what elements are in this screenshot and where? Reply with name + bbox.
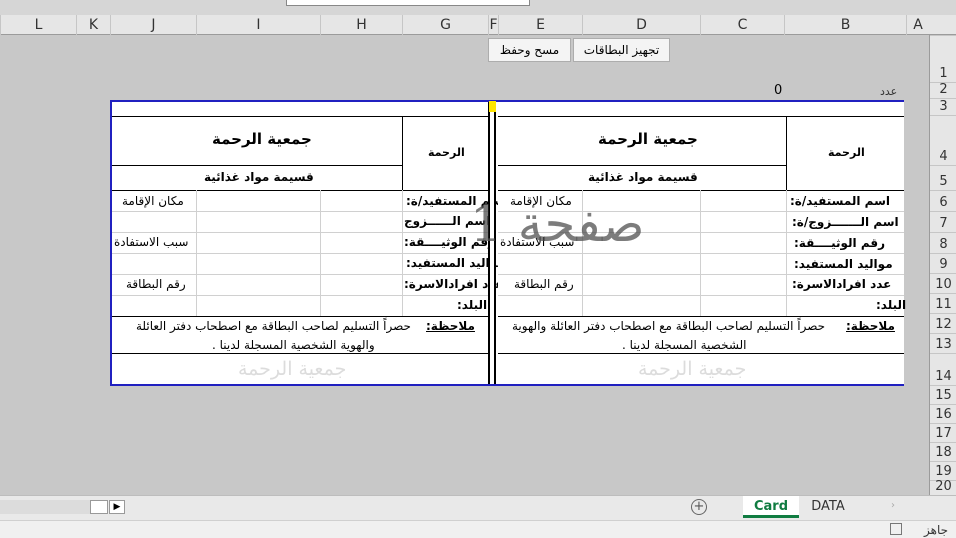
- row-header[interactable]: 3: [930, 98, 956, 115]
- row-header[interactable]: 4: [930, 115, 956, 165]
- tab-card[interactable]: Card: [743, 496, 799, 518]
- count-value: 0: [774, 83, 783, 98]
- column-header-k[interactable]: K: [76, 15, 110, 35]
- footer-watermark: جمعية الرحمة: [238, 358, 347, 380]
- row-header[interactable]: 10: [930, 273, 956, 293]
- note-text-line1: حصراً التسليم لصاحب البطاقة مع اصطحاب دف…: [512, 319, 826, 333]
- column-header-c[interactable]: C: [700, 15, 784, 35]
- card-short-name: الرحمة: [828, 146, 865, 159]
- card-org-name: جمعية الرحمة: [598, 130, 698, 148]
- row-header[interactable]: 19: [930, 461, 956, 480]
- count-label: عدد: [880, 85, 898, 98]
- column-header-a[interactable]: A: [906, 15, 929, 35]
- field-residence: مكان الإقامة: [122, 194, 184, 208]
- chevron-right-icon[interactable]: ›: [891, 500, 895, 511]
- horizontal-scrollbar[interactable]: [0, 500, 90, 514]
- field-doc: رقم الوثيــــقة:: [794, 236, 886, 250]
- field-spouse: اسم الـــــــزوج/ة:: [792, 215, 899, 229]
- row-header[interactable]: 1: [930, 35, 956, 82]
- column-header-l[interactable]: L: [0, 15, 76, 35]
- field-town: البلد:: [876, 298, 907, 312]
- column-header-h[interactable]: H: [320, 15, 402, 35]
- column-header-e[interactable]: E: [498, 15, 582, 35]
- tab-data[interactable]: DATA: [800, 496, 856, 518]
- card-short-name: الرحمة: [428, 146, 465, 159]
- scroll-right-icon[interactable]: ▶: [109, 500, 125, 514]
- note-text-line2: الشخصية المسجلة لدينا .: [622, 338, 747, 352]
- row-header[interactable]: 9: [930, 253, 956, 273]
- card-subtitle: قسيمة مواد غذائية: [204, 170, 314, 184]
- clear-save-button[interactable]: مسح وحفظ: [488, 38, 571, 62]
- column-header-i[interactable]: I: [196, 15, 320, 35]
- column-header-j[interactable]: J: [110, 15, 196, 35]
- scroll-box[interactable]: [90, 500, 108, 514]
- note-text-line2: والهوية الشخصية المسجلة لدينا .: [212, 338, 375, 352]
- row-header[interactable]: 17: [930, 423, 956, 442]
- add-sheet-icon[interactable]: +: [691, 499, 707, 515]
- field-reason: سبب الاستفادة: [114, 235, 189, 249]
- row-header[interactable]: 18: [930, 442, 956, 461]
- name-box[interactable]: [286, 0, 530, 6]
- row-headers: 1 2 3 4 5 6 7 8 9 10 11 12 13 14 15 16 1…: [929, 35, 956, 495]
- row-header[interactable]: 16: [930, 404, 956, 423]
- row-header[interactable]: 20: [930, 479, 956, 495]
- column-headers: L K J I H G F E D C B A: [0, 15, 956, 35]
- footer-watermark: جمعية الرحمة: [638, 358, 747, 380]
- row-header[interactable]: 5: [930, 165, 956, 190]
- card-subtitle: قسيمة مواد غذائية: [588, 170, 698, 184]
- column-header-g[interactable]: G: [402, 15, 488, 35]
- field-beneficiary: اسم المستفيد/ة:: [790, 194, 891, 208]
- row-header[interactable]: 14: [930, 353, 956, 385]
- note-text-line1: حصراً التسليم لصاحب البطاقة مع اصطحاب دف…: [136, 319, 411, 333]
- macro-record-icon[interactable]: [890, 523, 902, 535]
- column-header-f[interactable]: F: [488, 15, 498, 35]
- row-header[interactable]: 13: [930, 333, 956, 353]
- status-ready: جاهز: [924, 523, 949, 537]
- field-card-no: رقم البطاقة: [514, 277, 574, 291]
- row-header[interactable]: 15: [930, 385, 956, 404]
- field-birth: مواليد المستفيد:: [794, 257, 893, 271]
- column-header-b[interactable]: B: [784, 15, 906, 35]
- field-town: البلد:: [457, 298, 488, 312]
- row-header[interactable]: 6: [930, 190, 956, 211]
- page-watermark: صفحة 1: [470, 195, 645, 253]
- status-bar: جاهز: [0, 520, 956, 538]
- card-left: جمعية الرحمة الرحمة قسيمة مواد غذائية اس…: [112, 102, 506, 384]
- note-label: ملاحظة:: [846, 319, 895, 333]
- row-header[interactable]: 11: [930, 293, 956, 313]
- column-header-d[interactable]: D: [582, 15, 700, 35]
- row-header[interactable]: 7: [930, 211, 956, 232]
- sheet-tab-bar: ▶ + Card DATA ›: [0, 495, 956, 520]
- note-label: ملاحظة:: [426, 319, 475, 333]
- card-org-name: جمعية الرحمة: [212, 130, 312, 148]
- row-header[interactable]: 12: [930, 313, 956, 333]
- prepare-cards-button[interactable]: تجهيز البطاقات: [573, 38, 670, 62]
- row-header[interactable]: 2: [930, 82, 956, 98]
- selected-cell-highlight[interactable]: [489, 101, 496, 112]
- row-header[interactable]: 8: [930, 232, 956, 253]
- field-family: عدد افرادالاسرة:: [792, 277, 892, 291]
- field-card-no: رقم البطاقة: [126, 277, 186, 291]
